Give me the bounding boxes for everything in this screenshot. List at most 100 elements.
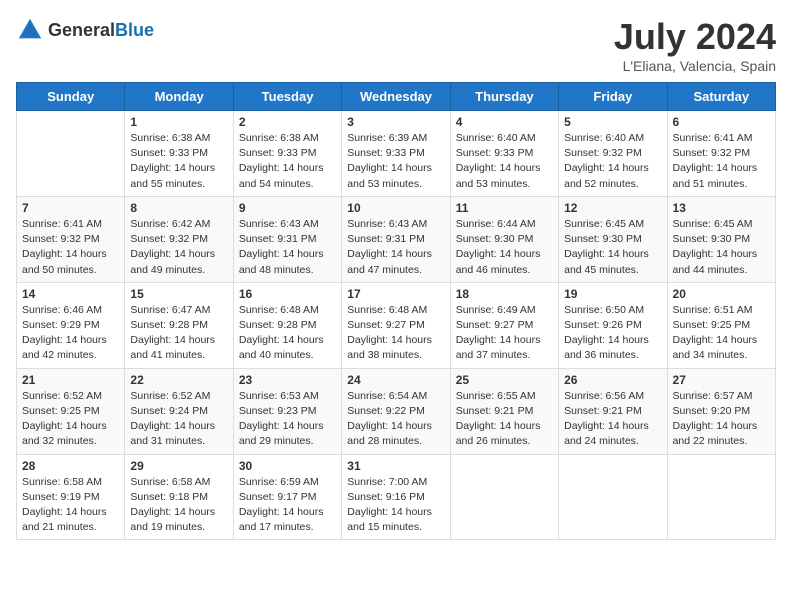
title-section: July 2024 L'Eliana, Valencia, Spain	[614, 16, 776, 74]
calendar-day-cell: 8Sunrise: 6:42 AMSunset: 9:32 PMDaylight…	[125, 196, 233, 282]
day-info: Sunrise: 6:38 AMSunset: 9:33 PMDaylight:…	[130, 131, 227, 192]
calendar-week-row: 28Sunrise: 6:58 AMSunset: 9:19 PMDayligh…	[17, 454, 776, 540]
calendar-table: SundayMondayTuesdayWednesdayThursdayFrid…	[16, 82, 776, 540]
calendar-day-header: Thursday	[450, 83, 558, 111]
day-info: Sunrise: 6:40 AMSunset: 9:33 PMDaylight:…	[456, 131, 553, 192]
calendar-day-header: Sunday	[17, 83, 125, 111]
calendar-day-cell: 7 Sunrise: 6:41 AMSunset: 9:32 PMDaylight…	[17, 196, 125, 282]
calendar-day-cell: 27 Sunrise: 6:57 AMSunset: 9:20 PMDayligh…	[667, 368, 775, 454]
logo: GeneralBlue	[16, 16, 154, 44]
calendar-day-cell	[559, 454, 667, 540]
calendar-day-cell: 31 Sunrise: 7:00 AMSunset: 9:16 PMDayligh…	[342, 454, 450, 540]
calendar-day-cell: 5Sunrise: 6:40 AMSunset: 9:32 PMDaylight…	[559, 111, 667, 197]
day-number: 4	[456, 115, 553, 129]
day-info: Sunrise: 6:58 AMSunset: 9:18 PMDaylight:…	[130, 475, 227, 536]
calendar-day-cell: 23Sunrise: 6:53 AMSunset: 9:23 PMDayligh…	[233, 368, 341, 454]
day-info: Sunrise: 6:49 AMSunset: 9:27 PMDaylight:…	[456, 303, 553, 364]
calendar-day-cell: 28Sunrise: 6:58 AMSunset: 9:19 PMDayligh…	[17, 454, 125, 540]
day-number: 7	[22, 201, 119, 215]
day-number: 29	[130, 459, 227, 473]
day-info: Sunrise: 6:45 AMSunset: 9:30 PMDaylight:…	[673, 217, 770, 278]
calendar-day-cell: 1 Sunrise: 6:38 AMSunset: 9:33 PMDaylight…	[125, 111, 233, 197]
day-info: Sunrise: 6:55 AMSunset: 9:21 PMDaylight:…	[456, 389, 553, 450]
day-number: 2	[239, 115, 336, 129]
calendar-day-header: Tuesday	[233, 83, 341, 111]
day-info: Sunrise: 6:52 AMSunset: 9:25 PMDaylight:…	[22, 389, 119, 450]
day-number: 31	[347, 459, 444, 473]
calendar-day-cell: 21 Sunrise: 6:52 AMSunset: 9:25 PMDayligh…	[17, 368, 125, 454]
day-info: Sunrise: 6:42 AMSunset: 9:32 PMDaylight:…	[130, 217, 227, 278]
day-info: Sunrise: 6:38 AMSunset: 9:33 PMDaylight:…	[239, 131, 336, 192]
day-number: 22	[130, 373, 227, 387]
day-number: 18	[456, 287, 553, 301]
calendar-day-cell: 10 Sunrise: 6:43 AMSunset: 9:31 PMDayligh…	[342, 196, 450, 282]
logo-text-blue: Blue	[115, 20, 154, 40]
day-number: 25	[456, 373, 553, 387]
day-info: Sunrise: 6:43 AMSunset: 9:31 PMDaylight:…	[239, 217, 336, 278]
day-number: 28	[22, 459, 119, 473]
day-info: Sunrise: 6:51 AMSunset: 9:25 PMDaylight:…	[673, 303, 770, 364]
day-info: Sunrise: 6:47 AMSunset: 9:28 PMDaylight:…	[130, 303, 227, 364]
day-number: 6	[673, 115, 770, 129]
day-info: Sunrise: 6:59 AMSunset: 9:17 PMDaylight:…	[239, 475, 336, 536]
day-info: Sunrise: 6:39 AMSunset: 9:33 PMDaylight:…	[347, 131, 444, 192]
calendar-day-header: Friday	[559, 83, 667, 111]
calendar-day-cell: 22Sunrise: 6:52 AMSunset: 9:24 PMDayligh…	[125, 368, 233, 454]
day-number: 17	[347, 287, 444, 301]
day-number: 16	[239, 287, 336, 301]
day-number: 21	[22, 373, 119, 387]
calendar-week-row: 14Sunrise: 6:46 AMSunset: 9:29 PMDayligh…	[17, 282, 776, 368]
calendar-day-cell: 25 Sunrise: 6:55 AMSunset: 9:21 PMDayligh…	[450, 368, 558, 454]
calendar-day-header: Monday	[125, 83, 233, 111]
day-number: 1	[130, 115, 227, 129]
day-number: 9	[239, 201, 336, 215]
day-info: Sunrise: 6:53 AMSunset: 9:23 PMDaylight:…	[239, 389, 336, 450]
day-number: 11	[456, 201, 553, 215]
location-subtitle: L'Eliana, Valencia, Spain	[614, 58, 776, 74]
calendar-day-header: Wednesday	[342, 83, 450, 111]
logo-icon	[16, 16, 44, 44]
calendar-day-cell: 19 Sunrise: 6:50 AMSunset: 9:26 PMDayligh…	[559, 282, 667, 368]
calendar-day-cell	[450, 454, 558, 540]
day-number: 27	[673, 373, 770, 387]
day-number: 19	[564, 287, 661, 301]
calendar-header-row: SundayMondayTuesdayWednesdayThursdayFrid…	[17, 83, 776, 111]
day-info: Sunrise: 6:43 AMSunset: 9:31 PMDaylight:…	[347, 217, 444, 278]
day-info: Sunrise: 6:46 AMSunset: 9:29 PMDaylight:…	[22, 303, 119, 364]
day-number: 20	[673, 287, 770, 301]
calendar-day-cell: 15Sunrise: 6:47 AMSunset: 9:28 PMDayligh…	[125, 282, 233, 368]
month-title: July 2024	[614, 16, 776, 58]
calendar-day-cell: 18 Sunrise: 6:49 AMSunset: 9:27 PMDayligh…	[450, 282, 558, 368]
calendar-day-cell: 9 Sunrise: 6:43 AMSunset: 9:31 PMDaylight…	[233, 196, 341, 282]
day-info: Sunrise: 6:50 AMSunset: 9:26 PMDaylight:…	[564, 303, 661, 364]
day-info: Sunrise: 6:41 AMSunset: 9:32 PMDaylight:…	[673, 131, 770, 192]
day-info: Sunrise: 6:56 AMSunset: 9:21 PMDaylight:…	[564, 389, 661, 450]
day-info: Sunrise: 7:00 AMSunset: 9:16 PMDaylight:…	[347, 475, 444, 536]
calendar-day-cell: 13 Sunrise: 6:45 AMSunset: 9:30 PMDayligh…	[667, 196, 775, 282]
calendar-day-cell: 16 Sunrise: 6:48 AMSunset: 9:28 PMDayligh…	[233, 282, 341, 368]
day-info: Sunrise: 6:48 AMSunset: 9:28 PMDaylight:…	[239, 303, 336, 364]
calendar-day-cell: 20 Sunrise: 6:51 AMSunset: 9:25 PMDayligh…	[667, 282, 775, 368]
day-info: Sunrise: 6:40 AMSunset: 9:32 PMDaylight:…	[564, 131, 661, 192]
day-number: 26	[564, 373, 661, 387]
day-info: Sunrise: 6:41 AMSunset: 9:32 PMDaylight:…	[22, 217, 119, 278]
calendar-day-cell: 11Sunrise: 6:44 AMSunset: 9:30 PMDayligh…	[450, 196, 558, 282]
day-number: 12	[564, 201, 661, 215]
day-number: 10	[347, 201, 444, 215]
calendar-day-cell	[17, 111, 125, 197]
calendar-day-cell: 3 Sunrise: 6:39 AMSunset: 9:33 PMDaylight…	[342, 111, 450, 197]
calendar-day-cell: 4 Sunrise: 6:40 AMSunset: 9:33 PMDaylight…	[450, 111, 558, 197]
calendar-day-cell: 29 Sunrise: 6:58 AMSunset: 9:18 PMDayligh…	[125, 454, 233, 540]
calendar-week-row: 1 Sunrise: 6:38 AMSunset: 9:33 PMDaylight…	[17, 111, 776, 197]
day-info: Sunrise: 6:48 AMSunset: 9:27 PMDaylight:…	[347, 303, 444, 364]
calendar-day-cell	[667, 454, 775, 540]
calendar-day-header: Saturday	[667, 83, 775, 111]
calendar-day-cell: 12Sunrise: 6:45 AMSunset: 9:30 PMDayligh…	[559, 196, 667, 282]
calendar-day-cell: 30Sunrise: 6:59 AMSunset: 9:17 PMDayligh…	[233, 454, 341, 540]
day-info: Sunrise: 6:54 AMSunset: 9:22 PMDaylight:…	[347, 389, 444, 450]
day-number: 3	[347, 115, 444, 129]
day-info: Sunrise: 6:57 AMSunset: 9:20 PMDaylight:…	[673, 389, 770, 450]
day-number: 13	[673, 201, 770, 215]
calendar-week-row: 7 Sunrise: 6:41 AMSunset: 9:32 PMDaylight…	[17, 196, 776, 282]
calendar-body: 1 Sunrise: 6:38 AMSunset: 9:33 PMDaylight…	[17, 111, 776, 540]
